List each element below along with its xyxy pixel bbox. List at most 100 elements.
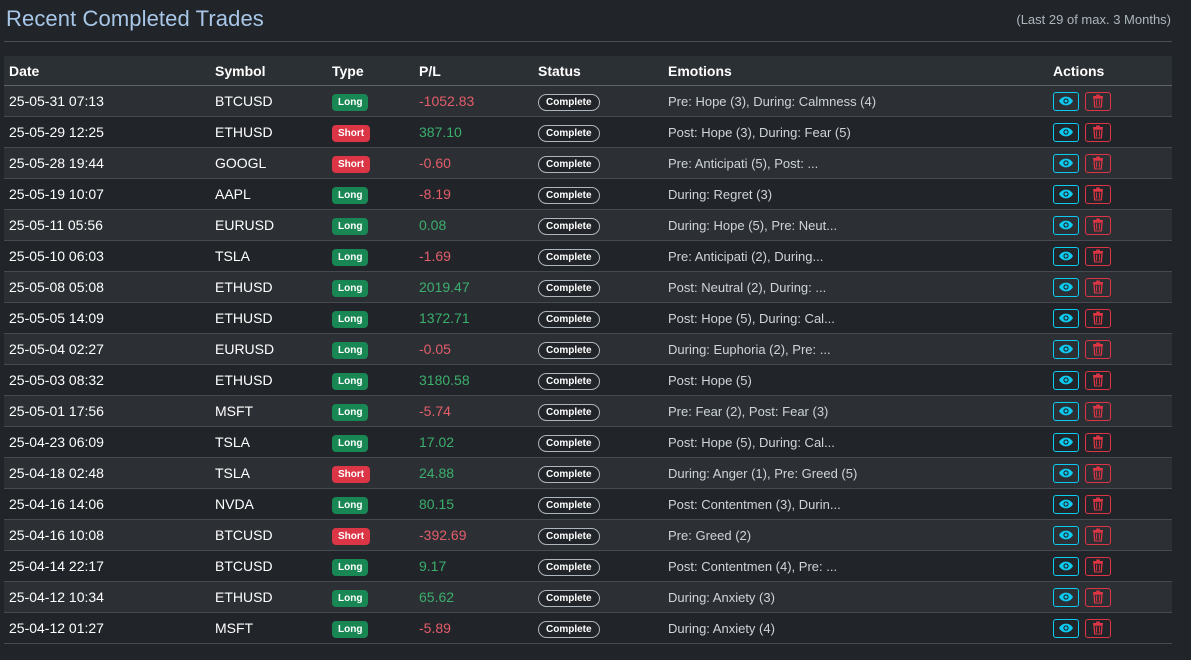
trade-actions (1048, 426, 1172, 458)
trade-date: 25-05-10 06:03 (4, 240, 210, 272)
delete-trade-button[interactable] (1085, 494, 1111, 514)
delete-trade-button[interactable] (1085, 556, 1111, 576)
trade-date: 25-05-01 17:56 (4, 395, 210, 427)
table-row: 25-04-12 10:34 ETHUSD Long 65.62 Complete Dur… (4, 581, 1172, 613)
trade-pl: 17.02 (419, 434, 455, 450)
trade-pl: -0.60 (419, 155, 451, 171)
trade-type-cell: Long (327, 395, 414, 427)
view-trade-button[interactable] (1053, 618, 1079, 638)
trade-emotions: Post: Contentmen (4), Pre: ... (663, 550, 1048, 582)
table-row: 25-04-16 14:06 NVDA Long 80.15 Complete Post:… (4, 488, 1172, 520)
delete-trade-button[interactable] (1085, 91, 1111, 111)
status-badge: Complete (538, 465, 600, 483)
trade-emotions: Post: Neutral (2), During: ... (663, 271, 1048, 303)
trade-actions (1048, 581, 1172, 613)
view-trade-button[interactable] (1053, 401, 1079, 421)
trade-pl-cell: 24.88 (414, 457, 533, 489)
view-trade-button[interactable] (1053, 277, 1079, 297)
trade-pl: -1.69 (419, 248, 451, 264)
trade-pl-cell: 1372.71 (414, 302, 533, 334)
table-row: 25-05-01 17:56 MSFT Long -5.74 Complete Pre: … (4, 395, 1172, 427)
trade-status-cell: Complete (533, 178, 663, 210)
trade-type-cell: Long (327, 178, 414, 210)
trade-status-cell: Complete (533, 85, 663, 117)
status-badge: Complete (538, 527, 600, 545)
table-row: 25-05-05 14:09 ETHUSD Long 1372.71 Complete P… (4, 302, 1172, 334)
view-trade-button[interactable] (1053, 556, 1079, 576)
trade-symbol: ETHUSD (210, 271, 327, 303)
view-trade-button[interactable] (1053, 525, 1079, 545)
trade-symbol: EURUSD (210, 333, 327, 365)
view-trade-button[interactable] (1053, 339, 1079, 359)
delete-trade-button[interactable] (1085, 277, 1111, 297)
delete-trade-button[interactable] (1085, 215, 1111, 235)
trade-type-badge: Long (332, 372, 369, 390)
trade-symbol: EURUSD (210, 209, 327, 241)
trade-actions (1048, 333, 1172, 365)
view-trade-button[interactable] (1053, 463, 1079, 483)
trade-actions (1048, 612, 1172, 644)
view-trade-button[interactable] (1053, 153, 1079, 173)
column-header-symbol[interactable]: Symbol (210, 56, 327, 86)
status-badge: Complete (538, 341, 600, 359)
trade-status-cell: Complete (533, 271, 663, 303)
delete-trade-button[interactable] (1085, 122, 1111, 142)
view-trade-button[interactable] (1053, 184, 1079, 204)
page-header: Recent Completed Trades (Last 29 of max.… (0, 0, 1191, 42)
delete-trade-button[interactable] (1085, 153, 1111, 173)
trade-pl: 387.10 (419, 124, 462, 140)
delete-trade-button[interactable] (1085, 246, 1111, 266)
trade-pl: 65.62 (419, 589, 455, 605)
column-header-actions: Actions (1048, 56, 1172, 86)
trade-pl-cell: 2019.47 (414, 271, 533, 303)
view-trade-button[interactable] (1053, 91, 1079, 111)
trade-emotions: During: Euphoria (2), Pre: ... (663, 333, 1048, 365)
column-header-pl[interactable]: P/L (414, 56, 533, 86)
view-trade-button[interactable] (1053, 494, 1079, 514)
delete-trade-button[interactable] (1085, 432, 1111, 452)
view-trade-button[interactable] (1053, 308, 1079, 328)
view-trade-button[interactable] (1053, 122, 1079, 142)
column-header-date[interactable]: Date (4, 56, 210, 86)
trade-pl: 9.17 (419, 558, 447, 574)
trade-symbol: ETHUSD (210, 302, 327, 334)
trade-date: 25-04-23 06:09 (4, 426, 210, 458)
trade-emotions: During: Hope (5), Pre: Neut... (663, 209, 1048, 241)
trade-actions (1048, 85, 1172, 117)
trade-emotions: Post: Hope (3), During: Fear (5) (663, 116, 1048, 148)
trade-status-cell: Complete (533, 240, 663, 272)
status-badge: Complete (538, 124, 600, 142)
trade-emotions: Pre: Fear (2), Post: Fear (3) (663, 395, 1048, 427)
view-trade-button[interactable] (1053, 587, 1079, 607)
trade-type-cell: Long (327, 426, 414, 458)
trade-actions (1048, 519, 1172, 551)
delete-trade-button[interactable] (1085, 370, 1111, 390)
trade-symbol: BTCUSD (210, 519, 327, 551)
trade-actions (1048, 457, 1172, 489)
trade-actions (1048, 271, 1172, 303)
delete-trade-button[interactable] (1085, 339, 1111, 359)
trade-pl: 0.08 (419, 217, 447, 233)
view-trade-button[interactable] (1053, 246, 1079, 266)
column-header-type[interactable]: Type (327, 56, 414, 86)
status-badge: Complete (538, 93, 600, 111)
trade-symbol: ETHUSD (210, 116, 327, 148)
delete-trade-button[interactable] (1085, 618, 1111, 638)
delete-trade-button[interactable] (1085, 587, 1111, 607)
trade-symbol: MSFT (210, 395, 327, 427)
delete-trade-button[interactable] (1085, 184, 1111, 204)
trade-date: 25-04-14 22:17 (4, 550, 210, 582)
trade-pl: 1372.71 (419, 310, 470, 326)
column-header-status[interactable]: Status (533, 56, 663, 86)
delete-trade-button[interactable] (1085, 308, 1111, 328)
trade-actions (1048, 395, 1172, 427)
table-row: 25-05-11 05:56 EURUSD Long 0.08 Complete Duri… (4, 209, 1172, 241)
delete-trade-button[interactable] (1085, 463, 1111, 483)
column-header-emotions[interactable]: Emotions (663, 56, 1048, 86)
delete-trade-button[interactable] (1085, 401, 1111, 421)
view-trade-button[interactable] (1053, 215, 1079, 235)
trade-pl-cell: -0.60 (414, 147, 533, 179)
view-trade-button[interactable] (1053, 370, 1079, 390)
delete-trade-button[interactable] (1085, 525, 1111, 545)
view-trade-button[interactable] (1053, 432, 1079, 452)
